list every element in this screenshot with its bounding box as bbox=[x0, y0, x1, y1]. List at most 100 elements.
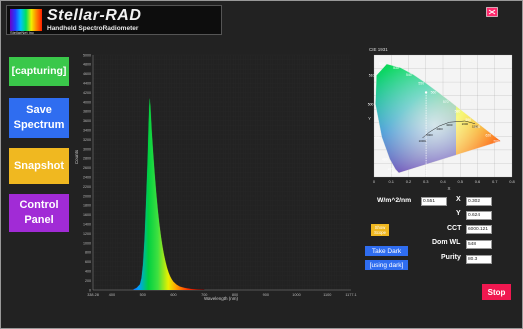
app-window: Stellar-RAD Handheld SpectroRadiometer S… bbox=[0, 0, 523, 329]
x-tick-label: 500 bbox=[140, 293, 146, 297]
stop-button[interactable]: Stop bbox=[482, 284, 511, 300]
y-tick-label: 2200 bbox=[83, 185, 91, 189]
y-tick-label: 3000 bbox=[83, 147, 91, 151]
planckian-temp-label: 3000 bbox=[446, 123, 453, 127]
y-tick-label: 800 bbox=[85, 251, 91, 255]
x-tick-label: 600 bbox=[170, 293, 176, 297]
irradiance-value: 0.551 bbox=[421, 197, 447, 206]
y-tick-label: 1400 bbox=[83, 223, 91, 227]
y-tick-label: 1200 bbox=[83, 232, 91, 236]
brand-logo: Stellar-RAD Handheld SpectroRadiometer S… bbox=[6, 5, 222, 35]
cie-x-tick-label: 0.7 bbox=[492, 179, 498, 184]
spectrum-area bbox=[133, 97, 205, 290]
x-tick-label: 400 bbox=[109, 293, 115, 297]
domwl-label: Dom WL bbox=[432, 239, 461, 246]
y-tick-label: 4200 bbox=[83, 91, 91, 95]
locus-wavelength-label: 480 bbox=[382, 157, 388, 161]
y-tick-label: 3400 bbox=[83, 129, 91, 133]
locus-wavelength-label: 530 bbox=[393, 66, 399, 70]
cie-x-tick-label: 0.3 bbox=[423, 179, 429, 184]
locus-wavelength-label: 490 bbox=[374, 135, 380, 139]
using-dark-button[interactable]: [using dark] bbox=[365, 260, 408, 270]
cie-x-tick-label: 0.4 bbox=[440, 179, 446, 184]
y-tick-label: 1800 bbox=[83, 204, 91, 208]
y-tick-label: 200 bbox=[85, 279, 91, 283]
y-tick-label: 3800 bbox=[83, 110, 91, 114]
locus-wavelength-label: 510 bbox=[369, 74, 375, 78]
locus-wavelength-label: 500 bbox=[368, 102, 374, 106]
y-tick-label: 2000 bbox=[83, 194, 91, 198]
y-tick-label: 2400 bbox=[83, 176, 91, 180]
y-tick-label: 600 bbox=[85, 260, 91, 264]
locus-wavelength-label: 620 bbox=[486, 134, 492, 138]
cie-x-tick-label: 0 bbox=[373, 179, 376, 184]
window-icon[interactable] bbox=[486, 7, 498, 17]
irradiance-label: W/m^2/nm bbox=[377, 197, 412, 204]
y-tick-label: 4800 bbox=[83, 63, 91, 67]
planckian-temp-label: 4000 bbox=[436, 127, 443, 131]
cie-y-axis-label: Y bbox=[368, 116, 371, 121]
y-label: Y bbox=[456, 210, 461, 217]
y-tick-label: 3600 bbox=[83, 119, 91, 123]
cie-x-tick-label: 0.6 bbox=[475, 179, 481, 184]
locus-wavelength-label: 540 bbox=[406, 73, 412, 77]
purity-label: Purity bbox=[441, 254, 461, 261]
y-tick-label: 400 bbox=[85, 270, 91, 274]
y-value: 0.624 bbox=[466, 211, 492, 220]
cie-x-tick-label: 0.2 bbox=[406, 179, 412, 184]
y-tick-label: 1600 bbox=[83, 213, 91, 217]
locus-wavelength-label: 700 bbox=[493, 139, 499, 143]
x-tick-label: 338.28 bbox=[87, 293, 99, 297]
locus-wavelength-label: 560 bbox=[431, 91, 437, 95]
x-value: 0.302 bbox=[466, 197, 492, 206]
cct-value: 6000.121 bbox=[466, 225, 492, 234]
purity-value: 80.3 bbox=[466, 255, 492, 264]
brand-title: Stellar-RAD bbox=[47, 7, 142, 24]
y-tick-label: 3200 bbox=[83, 138, 91, 142]
logo-rainbow-swatch bbox=[10, 9, 42, 31]
y-axis-label: Counts bbox=[74, 149, 79, 164]
cct-label: CCT bbox=[447, 225, 462, 232]
chromaticity-point bbox=[424, 91, 428, 94]
planckian-temp-label: 1500 bbox=[472, 125, 479, 129]
locus-wavelength-label: 470 bbox=[388, 167, 394, 171]
y-tick-label: 4600 bbox=[83, 72, 91, 76]
spectrum-chart: 0 200 400 600 800 1000 1200 1400 1600 1800 2000 220… bbox=[74, 53, 357, 301]
x-tick-label: 1000 bbox=[292, 293, 300, 297]
x-axis-label: Wavelength (nm) bbox=[204, 296, 239, 301]
x-label: X bbox=[456, 196, 461, 203]
locus-wavelength-label: 570 bbox=[443, 100, 449, 104]
planckian-temp-label: 6000 bbox=[426, 133, 433, 137]
show-scope-button[interactable]: Show Scope bbox=[371, 224, 389, 236]
cie-x-axis-label: X bbox=[447, 186, 450, 191]
domwl-value: 548 bbox=[466, 240, 492, 249]
x-tick-label: 1100 bbox=[323, 293, 331, 297]
locus-wavelength-label: 460 bbox=[391, 171, 397, 175]
cie-x-tick-label: 0.5 bbox=[457, 179, 463, 184]
y-tick-label: 0 bbox=[89, 288, 91, 292]
planckian-temp-label: 10000 bbox=[419, 139, 427, 143]
x-tick-label: 1177.1 bbox=[345, 293, 356, 297]
company-name: StellarNet Inc bbox=[10, 30, 35, 35]
cie-x-tick-label: 0.1 bbox=[388, 179, 394, 184]
locus-wavelength-label: 550 bbox=[418, 81, 424, 85]
cie-x-tick-label: 0.8 bbox=[509, 179, 515, 184]
y-tick-label: 1000 bbox=[83, 241, 91, 245]
cie-title: CIE 1931 bbox=[369, 47, 388, 52]
brand-subtitle: Handheld SpectroRadiometer bbox=[47, 25, 139, 32]
y-tick-label: 2800 bbox=[83, 157, 91, 161]
y-tick-label: 4000 bbox=[83, 100, 91, 104]
y-tick-label: 5000 bbox=[83, 53, 91, 57]
capture-button[interactable]: [capturing] bbox=[9, 57, 69, 86]
x-tick-label: 900 bbox=[263, 293, 269, 297]
y-tick-label: 2600 bbox=[83, 166, 91, 170]
y-tick-label: 4400 bbox=[83, 82, 91, 86]
planckian-temp-label: 2000 bbox=[462, 122, 469, 126]
snapshot-button[interactable]: Snapshot bbox=[9, 148, 69, 184]
cie-chart: CIE 1931 460470 480 490 500 510 520 530 540 550 5… bbox=[368, 47, 516, 191]
control-panel-button[interactable]: Control Panel bbox=[9, 194, 69, 232]
locus-wavelength-label: 520 bbox=[379, 62, 385, 66]
save-spectrum-button[interactable]: Save Spectrum bbox=[9, 98, 69, 138]
take-dark-button[interactable]: Take Dark bbox=[365, 246, 408, 256]
locus-wavelength-label: 580 bbox=[455, 109, 461, 113]
